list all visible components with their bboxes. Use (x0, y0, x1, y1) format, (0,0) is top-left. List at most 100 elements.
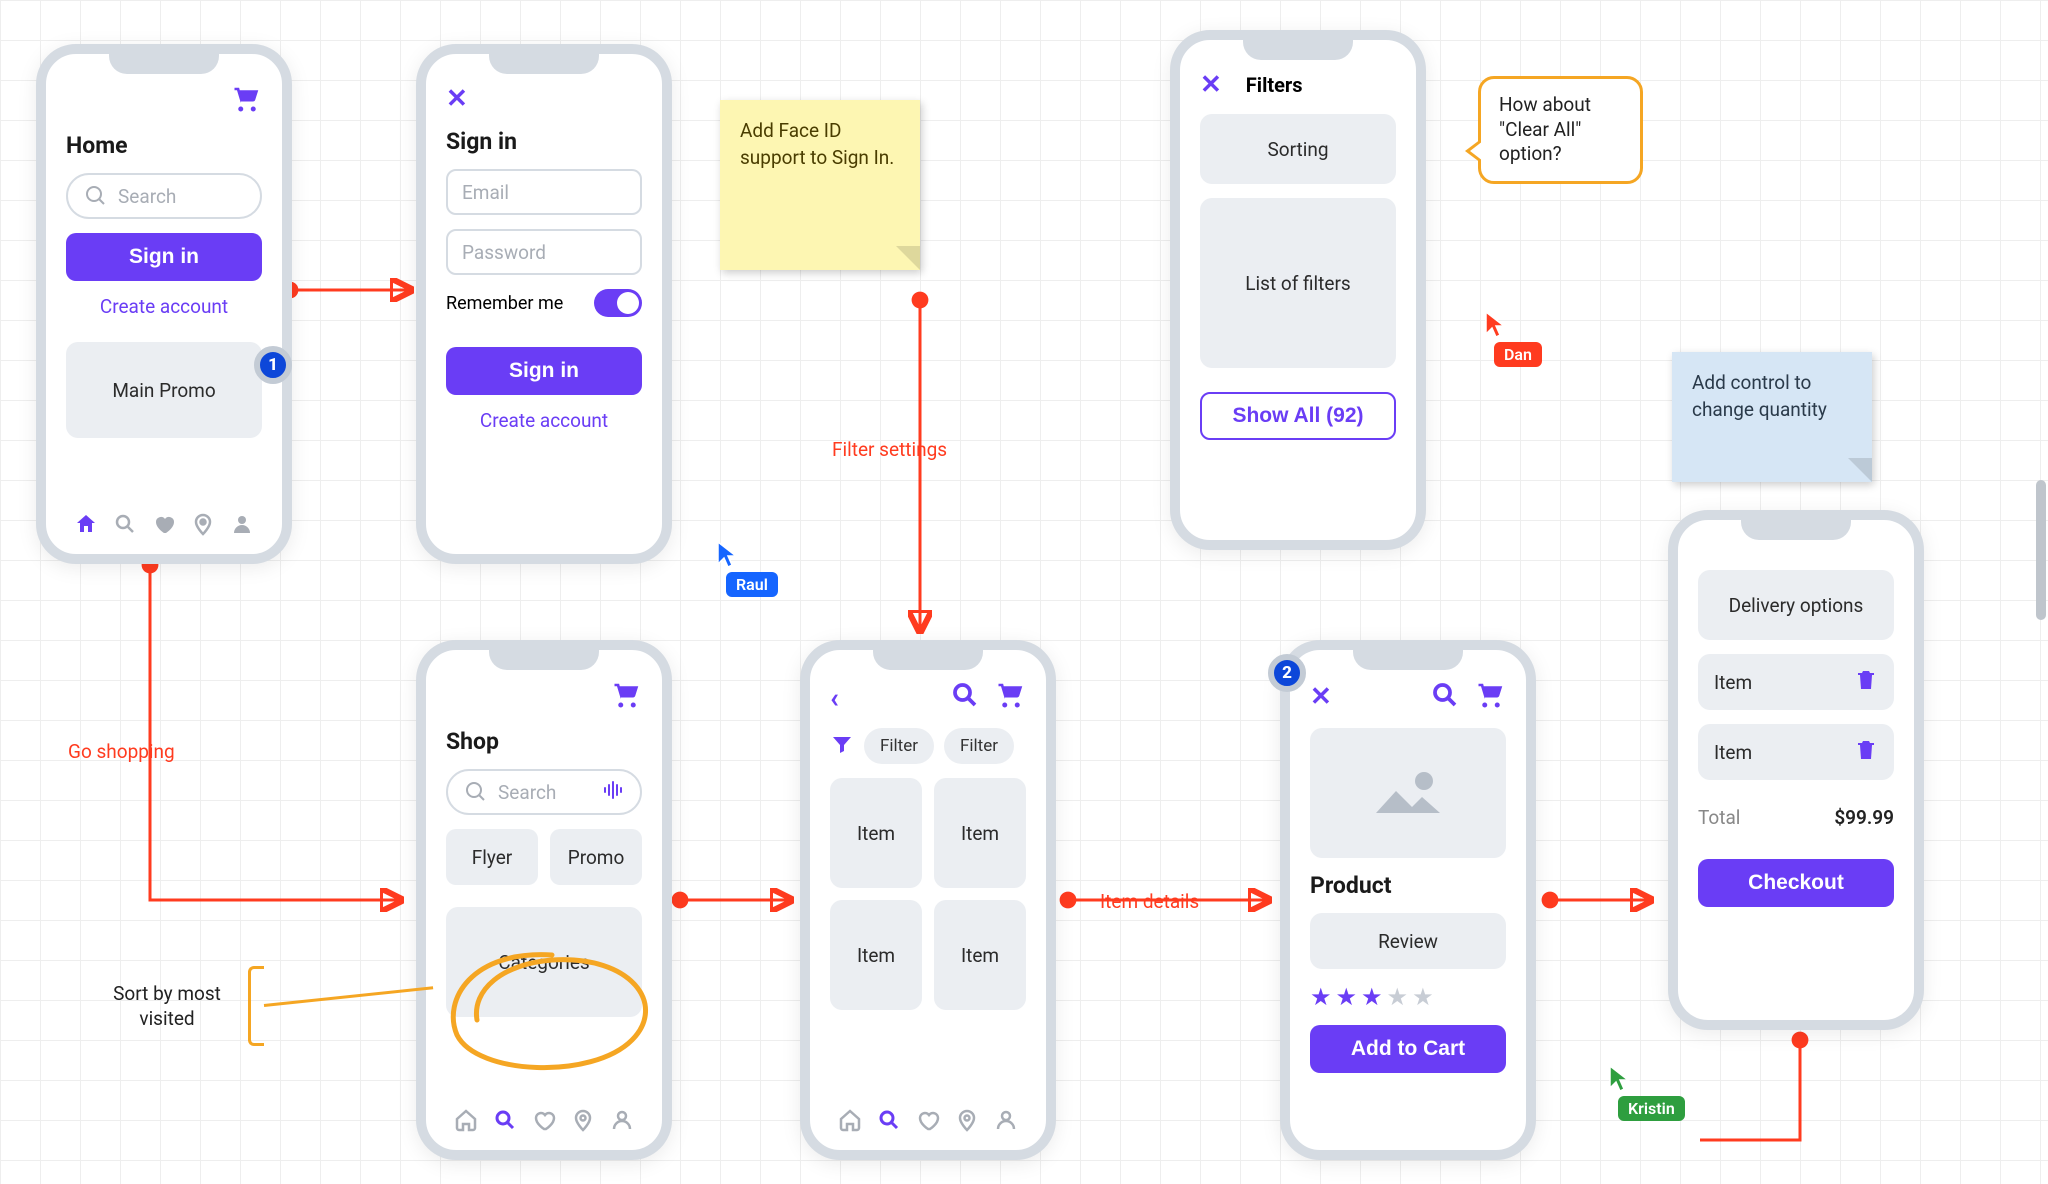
annotation-bracket (248, 966, 264, 1046)
search-placeholder: Search (498, 781, 556, 804)
comment-bubble-text: How about "Clear All" option? (1499, 93, 1622, 167)
main-promo-card[interactable]: Main Promo (66, 342, 262, 438)
comment-badge-2[interactable]: 2 (1268, 654, 1306, 692)
password-placeholder: Password (462, 241, 546, 264)
home-icon[interactable] (836, 1106, 864, 1134)
search-tab-icon[interactable] (111, 510, 139, 538)
total-value: $99.99 (1834, 806, 1894, 829)
phone-home: Home Search Sign in Create account Main … (36, 44, 292, 564)
profile-icon[interactable] (228, 510, 256, 538)
arrow-label-item-details: Item details (1100, 890, 1199, 913)
cart-item-row: Item (1698, 724, 1894, 780)
sticky-note-text: Add control to change quantity (1692, 370, 1852, 423)
profile-icon[interactable] (992, 1106, 1020, 1134)
close-icon[interactable]: ✕ (446, 84, 642, 114)
filter-chip[interactable]: Filter (864, 728, 934, 764)
heart-icon[interactable] (150, 510, 178, 538)
home-icon[interactable] (72, 510, 100, 538)
sticky-note-text: Add Face ID support to Sign In. (740, 118, 900, 171)
page-title: Home (66, 132, 262, 159)
filter-icon[interactable] (830, 732, 854, 760)
add-to-cart-button[interactable]: Add to Cart (1310, 1025, 1506, 1073)
checkout-button[interactable]: Checkout (1698, 859, 1894, 907)
show-all-button[interactable]: Show All (92) (1200, 392, 1396, 440)
close-icon[interactable]: ✕ (1310, 682, 1332, 712)
location-icon[interactable] (569, 1106, 597, 1134)
comment-badge-1[interactable]: 1 (254, 346, 292, 384)
location-icon[interactable] (953, 1106, 981, 1134)
page-title: Sign in (446, 128, 642, 155)
item-card[interactable]: Item (830, 778, 922, 888)
filter-chip[interactable]: Filter (944, 728, 1014, 764)
search-icon[interactable] (950, 680, 980, 714)
review-card[interactable]: Review (1310, 913, 1506, 969)
search-tab-icon[interactable] (491, 1106, 519, 1134)
close-icon[interactable]: ✕ (1200, 70, 1222, 100)
back-icon[interactable]: ‹ (830, 681, 839, 714)
phone-cart: Delivery options Item Item Total $99.99 … (1668, 510, 1924, 1030)
home-icon[interactable] (452, 1106, 480, 1134)
filters-list-card[interactable]: List of filters (1200, 198, 1396, 368)
image-icon (1368, 763, 1448, 823)
sign-in-button[interactable]: Sign in (66, 233, 262, 281)
diagram-canvas[interactable]: Go shopping Filter settings Item details… (0, 0, 2048, 1184)
location-icon[interactable] (189, 510, 217, 538)
cart-icon[interactable] (232, 84, 262, 118)
remember-me-toggle[interactable] (594, 289, 642, 317)
arrow-label-go-shopping: Go shopping (68, 740, 175, 763)
create-account-link[interactable]: Create account (66, 295, 262, 318)
voice-search-icon[interactable] (600, 778, 624, 807)
trash-icon[interactable] (1854, 738, 1878, 767)
sign-in-button[interactable]: Sign in (446, 347, 642, 395)
rating-stars[interactable]: ★★★★★ (1310, 983, 1506, 1011)
phone-signin: ✕ Sign in Email Password Remember me Sig… (416, 44, 672, 564)
search-input[interactable]: Search (446, 769, 642, 815)
cursor-label: Dan (1494, 342, 1542, 367)
cursor-dan: Dan (1484, 310, 1542, 367)
cart-item-row: Item (1698, 654, 1894, 710)
cursor-label: Raul (726, 572, 778, 597)
search-icon (464, 780, 488, 804)
profile-icon[interactable] (608, 1106, 636, 1134)
scrollbar-indicator[interactable] (2036, 480, 2046, 620)
cursor-label: Kristin (1618, 1096, 1685, 1121)
phone-filters: ✕ Filters Sorting List of filters Show A… (1170, 30, 1426, 550)
sticky-note-yellow[interactable]: Add Face ID support to Sign In. (720, 100, 920, 270)
email-field[interactable]: Email (446, 169, 642, 215)
product-image-placeholder (1310, 728, 1506, 858)
trash-icon[interactable] (1854, 668, 1878, 697)
item-card[interactable]: Item (934, 900, 1026, 1010)
cart-icon[interactable] (612, 680, 642, 714)
email-placeholder: Email (462, 181, 509, 204)
page-title: Product (1310, 872, 1506, 899)
item-card[interactable]: Item (934, 778, 1026, 888)
sorting-card[interactable]: Sorting (1200, 114, 1396, 184)
promo-card[interactable]: Promo (550, 829, 642, 885)
heart-icon[interactable] (530, 1106, 558, 1134)
flyer-card[interactable]: Flyer (446, 829, 538, 885)
heart-icon[interactable] (914, 1106, 942, 1134)
search-tab-icon[interactable] (875, 1106, 903, 1134)
comment-bubble[interactable]: How about "Clear All" option? (1478, 76, 1643, 184)
phone-items: ‹ Filter Filter Item Item Item Item (800, 640, 1056, 1160)
cart-icon[interactable] (996, 680, 1026, 714)
search-icon[interactable] (1430, 680, 1460, 714)
cursor-raul: Raul (716, 540, 778, 597)
arrow-label-filter-settings: Filter settings (832, 438, 947, 461)
cart-icon[interactable] (1476, 680, 1506, 714)
password-field[interactable]: Password (446, 229, 642, 275)
page-title: Filters (1246, 73, 1303, 97)
sticky-note-blue[interactable]: Add control to change quantity (1672, 352, 1872, 482)
annotation-line (264, 986, 433, 1007)
annotation-sort-by-most-visited: Sort by most visited (92, 982, 242, 1031)
cursor-kristin: Kristin (1608, 1064, 1685, 1121)
tab-bar (830, 1106, 1026, 1134)
search-input[interactable]: Search (66, 173, 262, 219)
create-account-link[interactable]: Create account (446, 409, 642, 432)
item-card[interactable]: Item (830, 900, 922, 1010)
remember-me-label: Remember me (446, 293, 563, 314)
tab-bar (446, 1106, 642, 1134)
delivery-options-card[interactable]: Delivery options (1698, 570, 1894, 640)
annotation-scribble-circle (432, 940, 662, 1084)
cart-item-label: Item (1714, 741, 1752, 764)
